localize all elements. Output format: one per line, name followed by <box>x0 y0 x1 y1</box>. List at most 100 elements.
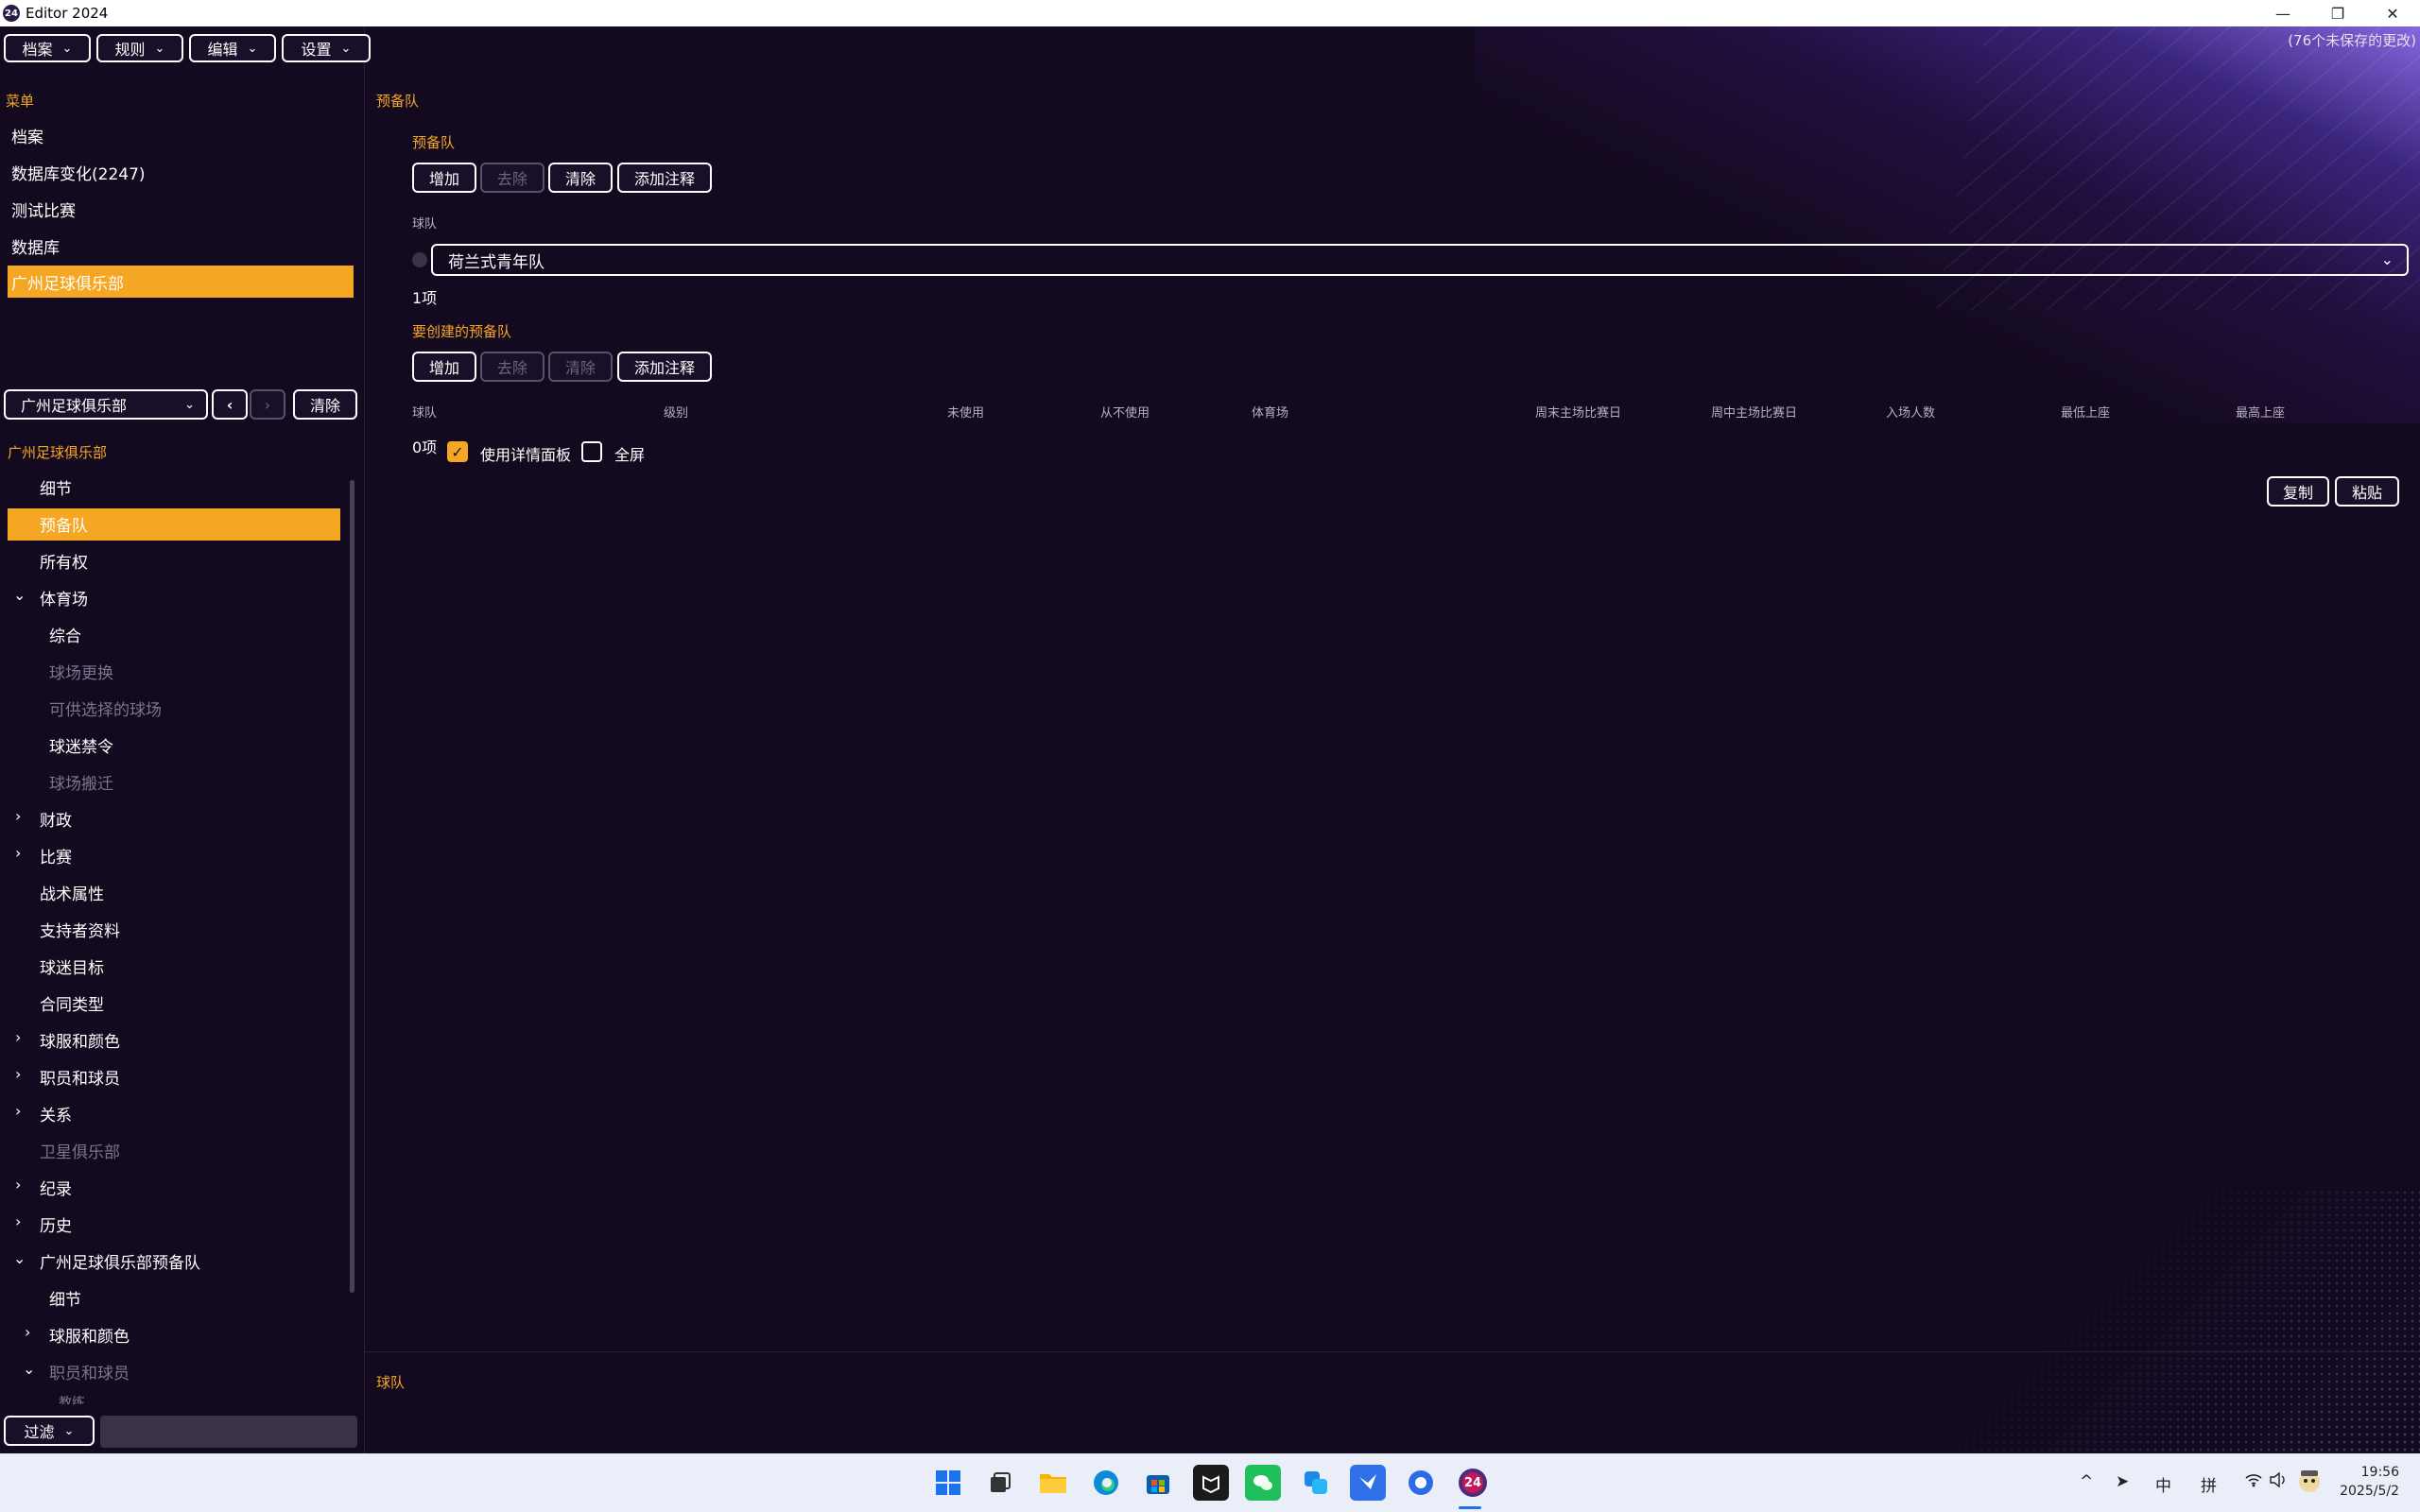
chevron-right-icon[interactable]: › <box>15 807 21 825</box>
tree-item-general[interactable]: 综合 <box>49 623 81 646</box>
rules-menu-button[interactable]: 规则 ⌄ <box>96 34 183 62</box>
tree-item-relations[interactable]: 关系 <box>40 1102 72 1125</box>
unsaved-changes-indicator[interactable]: (76个未保存的更改) <box>2288 30 2416 50</box>
tree-item-stadium[interactable]: 体育场 <box>40 586 88 610</box>
ime-pinyin[interactable]: 拼 <box>2201 1472 2217 1496</box>
tree-item-finance[interactable]: 财政 <box>40 807 72 831</box>
sidebar-item-test-match[interactable]: 测试比赛 <box>11 198 76 221</box>
chevron-right-icon[interactable]: › <box>15 1065 21 1083</box>
remove-button[interactable]: 去除 <box>480 163 544 193</box>
tree-item-ground-change[interactable]: 球场更换 <box>49 660 113 683</box>
team-select-dropdown[interactable]: 荷兰式青年队 ⌄ <box>431 244 2409 276</box>
add-button[interactable]: 增加 <box>412 163 476 193</box>
edge-browser-icon[interactable] <box>1088 1465 1124 1501</box>
settings-menu-button[interactable]: 设置 ⌄ <box>282 34 371 62</box>
add-note-button[interactable]: 添加注释 <box>617 163 712 193</box>
tree-item-ownership[interactable]: 所有权 <box>40 549 88 573</box>
forward-button[interactable]: › <box>250 389 285 420</box>
chevron-right-icon[interactable]: › <box>15 1212 21 1230</box>
tree-item-tactics[interactable]: 战术属性 <box>40 881 104 904</box>
column-header[interactable]: 从不使用 <box>1100 403 1150 421</box>
chevron-down-icon[interactable]: ⌄ <box>13 586 26 604</box>
fullscreen-checkbox[interactable] <box>581 441 602 462</box>
tree-item-satellite[interactable]: 卫星俱乐部 <box>40 1139 120 1162</box>
editor-2024-icon[interactable]: 24 <box>1455 1465 1491 1501</box>
column-header[interactable]: 最低上座 <box>2061 403 2110 421</box>
close-button[interactable]: ✕ <box>2365 0 2420 26</box>
column-header[interactable]: 球队 <box>412 403 437 421</box>
tree-item-fan-ban[interactable]: 球迷禁令 <box>49 733 113 757</box>
tree-item-staff-players[interactable]: 职员和球员 <box>40 1065 120 1089</box>
copy-button[interactable]: 复制 <box>2267 476 2329 507</box>
club-select-dropdown[interactable]: 广州足球俱乐部 ⌄ <box>4 389 208 420</box>
chevron-right-icon[interactable]: › <box>15 1176 21 1194</box>
paste-button[interactable]: 粘贴 <box>2335 476 2399 507</box>
volume-icon[interactable] <box>2269 1471 2288 1492</box>
tree-item-reserve-club[interactable]: 广州足球俱乐部预备队 <box>40 1249 200 1273</box>
tree-item-reserve[interactable]: 预备队 <box>40 512 88 536</box>
remove-button-2[interactable]: 去除 <box>480 352 544 382</box>
chevron-down-icon[interactable]: ⌄ <box>23 1360 35 1378</box>
column-header[interactable]: 未使用 <box>947 403 984 421</box>
sidebar-item-db-changes[interactable]: 数据库变化(2247) <box>11 161 146 184</box>
windows-start-icon[interactable] <box>930 1465 966 1501</box>
tree-item-history[interactable]: 历史 <box>40 1212 72 1236</box>
app-icon-blue[interactable] <box>1298 1465 1334 1501</box>
location-icon[interactable]: ➤ <box>2116 1472 2129 1491</box>
sidebar-item-database[interactable]: 数据库 <box>11 234 60 258</box>
filter-dropdown[interactable]: 过滤 ⌄ <box>4 1416 95 1446</box>
minimize-button[interactable]: — <box>2256 0 2310 26</box>
sidebar-item-file[interactable]: 档案 <box>11 124 43 147</box>
feishu-icon[interactable] <box>1350 1465 1386 1501</box>
tree-item-fan-goals[interactable]: 球迷目标 <box>40 954 104 978</box>
system-clock[interactable]: 19:56 2025/5/2 <box>2340 1463 2399 1501</box>
file-menu-button[interactable]: 档案 ⌄ <box>4 34 91 62</box>
column-header[interactable]: 入场人数 <box>1886 403 1935 421</box>
edit-menu-button[interactable]: 编辑 ⌄ <box>189 34 276 62</box>
file-explorer-icon[interactable] <box>1035 1465 1071 1501</box>
add-note-button-2[interactable]: 添加注释 <box>617 352 712 382</box>
tree-item-sub-details[interactable]: 细节 <box>49 1286 81 1310</box>
tree-item-sub-staff[interactable]: 职员和球员 <box>49 1360 130 1383</box>
tree-item-ground-move[interactable]: 球场搬迁 <box>49 770 113 794</box>
tree-item-alt-grounds[interactable]: 可供选择的球场 <box>49 696 162 720</box>
tree-item-details[interactable]: 细节 <box>40 475 72 499</box>
task-view-icon[interactable] <box>982 1465 1018 1501</box>
column-header[interactable]: 周中主场比赛日 <box>1711 403 1797 421</box>
column-header[interactable]: 体育场 <box>1252 403 1288 421</box>
tree-item-match[interactable]: 比赛 <box>40 844 72 868</box>
sidebar-item-club[interactable]: 广州足球俱乐部 <box>8 266 354 298</box>
clear-button-2[interactable]: 清除 <box>548 352 613 382</box>
tree-item-sub-kits[interactable]: 球服和颜色 <box>49 1323 130 1347</box>
chevron-right-icon[interactable]: › <box>25 1323 30 1341</box>
back-button[interactable]: ‹ <box>212 389 248 420</box>
chevron-right-icon[interactable]: › <box>15 1028 21 1046</box>
tree-item-records[interactable]: 纪录 <box>40 1176 72 1199</box>
chevron-down-icon[interactable]: ⌄ <box>13 1249 26 1267</box>
wechat-icon[interactable] <box>1245 1465 1281 1501</box>
tree-item-coach[interactable]: 教练 <box>59 1393 85 1404</box>
chevron-right-icon[interactable]: › <box>15 844 21 862</box>
tray-overflow-icon[interactable]: ^ <box>2080 1472 2093 1491</box>
column-header[interactable]: 周末主场比赛日 <box>1535 403 1621 421</box>
chevron-right-icon[interactable]: › <box>15 1102 21 1120</box>
app-icon-dark[interactable] <box>1193 1465 1229 1501</box>
sidebar-scrollbar[interactable] <box>350 480 354 1293</box>
clear-button[interactable]: 清除 <box>548 163 613 193</box>
tree-item-supporters[interactable]: 支持者资料 <box>40 918 120 941</box>
battery-mascot-icon[interactable] <box>2295 1467 2324 1500</box>
ime-mode-cn[interactable]: 中 <box>2155 1472 2171 1496</box>
use-detail-panel-checkbox[interactable]: ✓ <box>447 441 468 462</box>
column-header[interactable]: 最高上座 <box>2236 403 2285 421</box>
column-header[interactable]: 级别 <box>664 403 688 421</box>
team-radio[interactable] <box>412 252 427 267</box>
restore-button[interactable]: ❐ <box>2310 0 2365 26</box>
store-icon[interactable] <box>1140 1465 1176 1501</box>
wifi-icon[interactable] <box>2244 1472 2263 1492</box>
tree-item-contract-types[interactable]: 合同类型 <box>40 991 104 1015</box>
add-button-2[interactable]: 增加 <box>412 352 476 382</box>
tree-item-kits[interactable]: 球服和颜色 <box>40 1028 120 1052</box>
browser-icon[interactable] <box>1403 1465 1439 1501</box>
filter-search-input[interactable] <box>100 1416 357 1448</box>
clear-history-button[interactable]: 清除 <box>293 389 357 420</box>
